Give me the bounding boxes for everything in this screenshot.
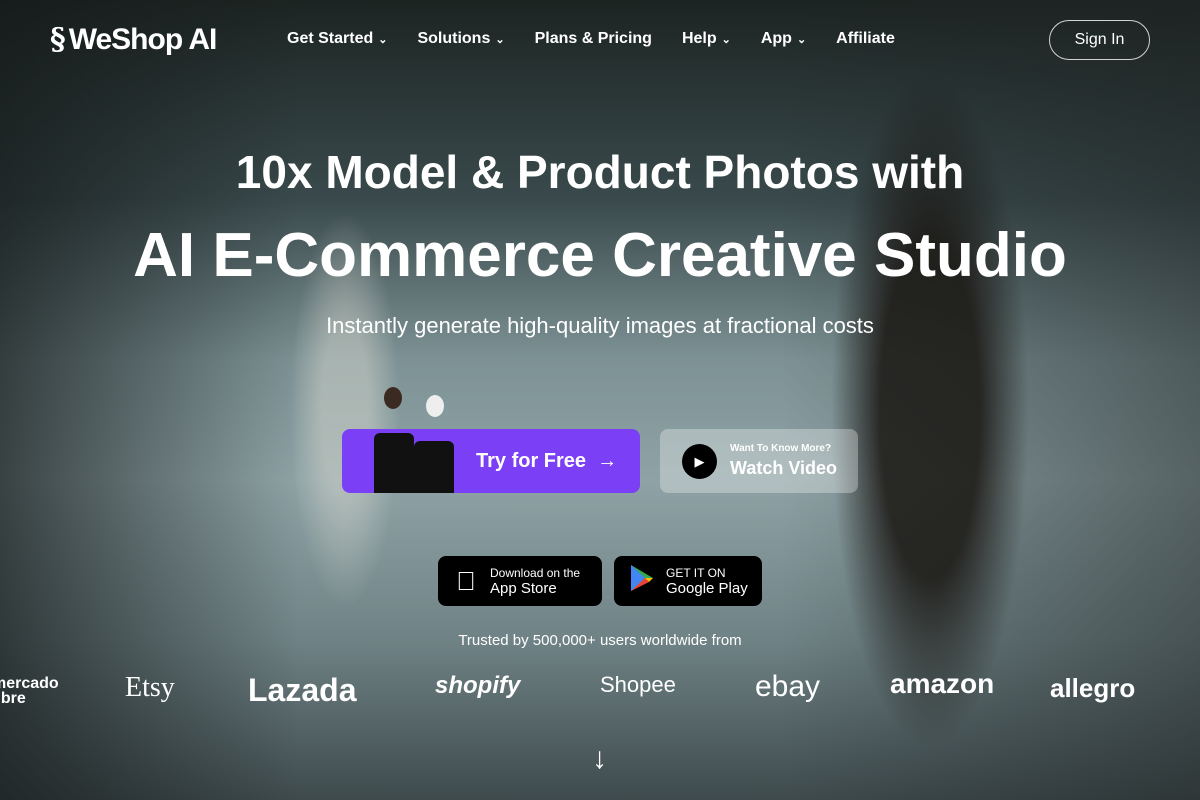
model-dress bbox=[374, 433, 414, 493]
nav-help[interactable]: Help ⌄ bbox=[682, 30, 731, 48]
brand-name: WeShop AI bbox=[68, 22, 218, 56]
brand-etsy: Etsy bbox=[125, 672, 175, 703]
arrow-right-icon: → bbox=[591, 449, 618, 472]
nav-app[interactable]: App ⌄ bbox=[761, 30, 806, 48]
nav-label: Plans & Pricing bbox=[534, 30, 652, 47]
brand-shopee: Shopee bbox=[600, 672, 676, 697]
brand-allegro: allegro bbox=[1050, 673, 1136, 703]
watch-video-button[interactable]: ▶ Want To Know More? Watch Video bbox=[660, 429, 858, 493]
apple-icon:  bbox=[452, 566, 480, 597]
try-for-free-button[interactable]: Try for Free → bbox=[342, 387, 640, 493]
play-icon: ▶ bbox=[682, 444, 717, 479]
nav-label: Help bbox=[681, 30, 717, 47]
brand-mercado-libre: mercado libre bbox=[0, 675, 59, 707]
google-play-icon bbox=[628, 564, 656, 599]
app-store-line1: Download on the bbox=[490, 565, 581, 580]
brand-shopify: shopify bbox=[435, 672, 521, 699]
logo[interactable]: § WeShop AI bbox=[50, 22, 218, 57]
brand-lazada: Lazada bbox=[248, 672, 357, 708]
mannequin-head bbox=[426, 395, 444, 417]
trusted-text: Trusted by 500,000+ users worldwide from bbox=[458, 632, 742, 649]
brand-ebay: ebay bbox=[755, 670, 821, 703]
hero-title-line1: 10x Model & Product Photos with bbox=[235, 146, 965, 198]
nav-get-started[interactable]: Get Started ⌄ bbox=[287, 30, 387, 48]
hero-title-line2: AI E-Commerce Creative Studio bbox=[133, 221, 1067, 290]
nav-label: Solutions bbox=[417, 30, 491, 47]
top-nav: § WeShop AI Get Started ⌄ Solutions ⌄ Plans… bbox=[0, 0, 1200, 80]
brand-amazon: amazon bbox=[890, 668, 995, 699]
mannequin-dress bbox=[414, 441, 454, 493]
chevron-down-icon: ⌄ bbox=[796, 34, 807, 46]
google-play-button[interactable]: GET IT ON Google Play bbox=[614, 556, 762, 606]
chevron-down-icon: ⌄ bbox=[378, 34, 388, 46]
nav-label: App bbox=[760, 30, 792, 47]
nav-solutions[interactable]: Solutions ⌄ bbox=[417, 30, 504, 48]
google-play-line1: GET IT ON bbox=[666, 565, 726, 580]
chevron-down-icon: ⌄ bbox=[495, 34, 505, 46]
app-store-line2: App Store bbox=[490, 579, 557, 597]
google-play-line2: Google Play bbox=[666, 579, 748, 597]
logo-icon: § bbox=[50, 22, 66, 57]
model-thumbnail bbox=[372, 385, 462, 493]
nav-affiliate[interactable]: Affiliate bbox=[836, 30, 895, 48]
watch-caption: Want To Know More? bbox=[730, 443, 832, 454]
nav-label: Affiliate bbox=[836, 30, 895, 47]
nav-label: Get Started bbox=[287, 30, 374, 47]
scroll-down-arrow-icon[interactable]: ↓ bbox=[592, 742, 607, 776]
try-label: Try for Free bbox=[476, 449, 587, 472]
nav-plans-pricing[interactable]: Plans & Pricing bbox=[535, 30, 652, 48]
app-store-button[interactable]:  Download on theApp Store bbox=[438, 556, 602, 606]
model-head bbox=[384, 387, 402, 409]
chevron-down-icon: ⌄ bbox=[721, 34, 731, 46]
watch-label: Watch Video bbox=[730, 458, 838, 478]
hero-subtitle: Instantly generate high-quality images a… bbox=[326, 313, 874, 338]
sign-in-button[interactable]: Sign In bbox=[1049, 20, 1150, 60]
